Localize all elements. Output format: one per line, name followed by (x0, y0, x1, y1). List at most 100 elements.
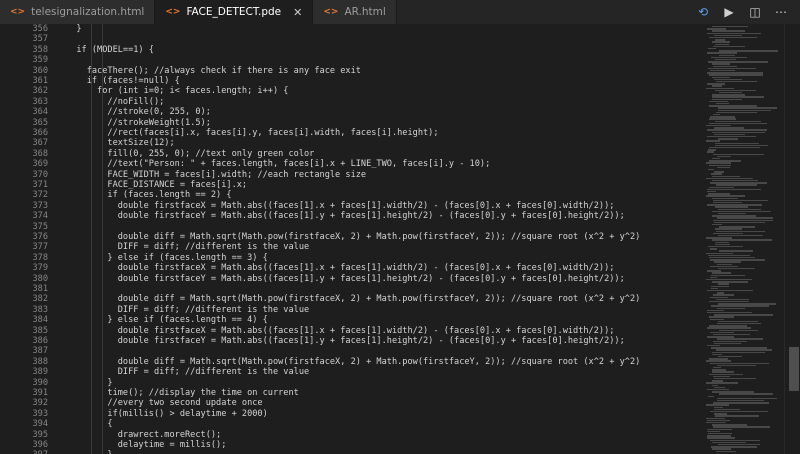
minimap-line (709, 160, 741, 162)
minimap[interactable] (704, 24, 784, 454)
code-line[interactable]: 389 DIFF = diff; //different is the valu… (0, 367, 704, 377)
tab-1[interactable]: <> FACE_DETECT.pde ✕ (155, 0, 314, 24)
minimap-line (712, 175, 740, 177)
minimap-line (713, 294, 734, 296)
code-text: double firstfaceX = Math.abs((faces[1].x… (66, 263, 615, 274)
code-line[interactable]: 367 textSize(12); (0, 138, 704, 148)
code-text: double firstfaceY = Math.abs((faces[1].y… (66, 211, 625, 222)
code-line[interactable]: 394 { (0, 419, 704, 429)
code-line[interactable]: 356 } (0, 24, 704, 34)
minimap-line (709, 316, 734, 318)
minimap-line (706, 360, 731, 362)
minimap-line (710, 331, 734, 334)
minimap-line (707, 83, 725, 85)
tab-label: AR.html (344, 6, 386, 18)
minimap-line (710, 248, 717, 250)
minimap-line (716, 111, 757, 114)
code-line[interactable]: 374 double firstfaceY = Math.abs((faces[… (0, 211, 704, 221)
code-line[interactable]: 357 (0, 34, 704, 44)
code-line[interactable]: 376 double diff = Math.sqrt(Math.pow(fir… (0, 232, 704, 242)
minimap-line (717, 338, 763, 340)
code-line[interactable]: 359 (0, 55, 704, 65)
code-line[interactable]: 358 if (MODEL==1) { (0, 45, 704, 55)
code-line[interactable]: 377 DIFF = diff; //different is the valu… (0, 242, 704, 252)
minimap-line (715, 228, 742, 230)
minimap-line (715, 142, 759, 144)
code-line[interactable]: 364 //stroke(0, 255, 0); (0, 107, 704, 117)
code-line[interactable]: 366 //rect(faces[i].x, faces[i].y, faces… (0, 128, 704, 138)
minimap-line (712, 26, 748, 28)
code-line[interactable]: 384 } else if (faces.length == 4) { (0, 315, 704, 325)
run-icon[interactable]: ▶ (722, 5, 736, 19)
minimap-line (711, 446, 757, 448)
code-line[interactable]: 381 (0, 284, 704, 294)
code-line[interactable]: 361 if (faces!=null) { (0, 76, 704, 86)
code-line[interactable]: 363 //noFill(); (0, 97, 704, 107)
close-icon[interactable]: ✕ (293, 6, 302, 19)
tab-2[interactable]: <> AR.html (313, 0, 397, 24)
minimap-line (711, 173, 722, 175)
minimap-line (707, 52, 737, 54)
code-text: //noFill(); (66, 96, 165, 107)
split-editor-icon[interactable]: ◫ (748, 5, 762, 19)
more-actions-icon[interactable]: ⋯ (774, 5, 788, 19)
tab-0[interactable]: <> telesignalization.html (0, 0, 156, 24)
minimap-line (709, 37, 757, 39)
line-number: 375 (32, 221, 48, 232)
minimap-line (712, 96, 764, 98)
code-line[interactable]: 360 faceThere(); //always check if there… (0, 66, 704, 76)
code-line[interactable]: 393 if(millis() > delaytime + 2000) (0, 409, 704, 419)
line-number: 364 (32, 107, 48, 118)
minimap-line (719, 329, 758, 331)
minimap-line (717, 292, 724, 294)
code-line[interactable]: 373 double firstfaceX = Math.abs((faces[… (0, 201, 704, 211)
minimap-line (713, 202, 742, 204)
minimap-line (715, 241, 729, 243)
minimap-line (706, 422, 726, 424)
vertical-scrollbar[interactable] (784, 24, 800, 454)
minimap-line (717, 323, 761, 325)
code-line[interactable]: 370 FACE_WIDTH = faces[i].width; //each … (0, 170, 704, 180)
minimap-line (710, 70, 735, 72)
minimap-line (717, 166, 730, 169)
code-line[interactable]: 371 FACE_DISTANCE = faces[i].x; (0, 180, 704, 190)
line-number: 369 (32, 159, 48, 170)
code-line[interactable]: 382 double diff = Math.sqrt(Math.pow(fir… (0, 294, 704, 304)
minimap-line (714, 408, 740, 411)
code-text: time(); //display the time on current (66, 388, 299, 398)
line-number: 386 (32, 336, 48, 346)
code-line[interactable]: 392 //every two second update once (0, 398, 704, 408)
code-line[interactable]: 383 DIFF = diff; //different is the valu… (0, 305, 704, 315)
scroll-thumb[interactable] (789, 347, 799, 391)
code-line[interactable]: 379 double firstfaceX = Math.abs((faces[… (0, 263, 704, 273)
code-editor[interactable]: 356 } 357 358 if (MODEL==1) {359 360 faceTh… (0, 24, 704, 454)
code-line[interactable]: 391 time(); //display the time on curren… (0, 388, 704, 398)
code-line[interactable]: 365 //strokeWeight(1.5); (0, 118, 704, 128)
code-line[interactable]: 397 } (0, 450, 704, 454)
code-line[interactable]: 385 double firstfaceX = Math.abs((faces[… (0, 326, 704, 336)
code-line[interactable]: 395 drawrect.moreRect(); (0, 430, 704, 440)
code-line[interactable]: 362 for (int i=0; i< faces.length; i++) … (0, 86, 704, 96)
code-text: double firstfaceX = Math.abs((faces[1].x… (66, 325, 615, 336)
code-line[interactable]: 380 double firstfaceY = Math.abs((faces[… (0, 274, 704, 284)
code-line[interactable]: 375 (0, 222, 704, 232)
code-text: DIFF = diff; //different is the value (66, 304, 310, 315)
minimap-line (709, 301, 749, 303)
code-line[interactable]: 369 //text("Person: " + faces.length, fa… (0, 159, 704, 169)
code-line[interactable]: 388 double diff = Math.sqrt(Math.pow(fir… (0, 357, 704, 367)
minimap-line (710, 182, 767, 184)
go-live-icon[interactable]: ⟲ (696, 5, 710, 19)
code-line[interactable]: 390 } (0, 378, 704, 388)
code-line[interactable]: 378 } else if (faces.length == 3) { (0, 253, 704, 263)
code-line[interactable]: 396 delaytime = millis(); (0, 440, 704, 450)
code-line[interactable]: 387 (0, 346, 704, 356)
minimap-line (715, 243, 730, 246)
minimap-line (719, 250, 753, 252)
line-number: 362 (32, 86, 48, 97)
code-line[interactable]: 372 if (faces.length == 2) { (0, 190, 704, 200)
minimap-line (706, 417, 725, 419)
minimap-line (715, 415, 759, 417)
code-line[interactable]: 368 fill(0, 255, 0); //text only green c… (0, 149, 704, 159)
minimap-line (709, 358, 728, 360)
code-line[interactable]: 386 double firstfaceY = Math.abs((faces[… (0, 336, 704, 346)
